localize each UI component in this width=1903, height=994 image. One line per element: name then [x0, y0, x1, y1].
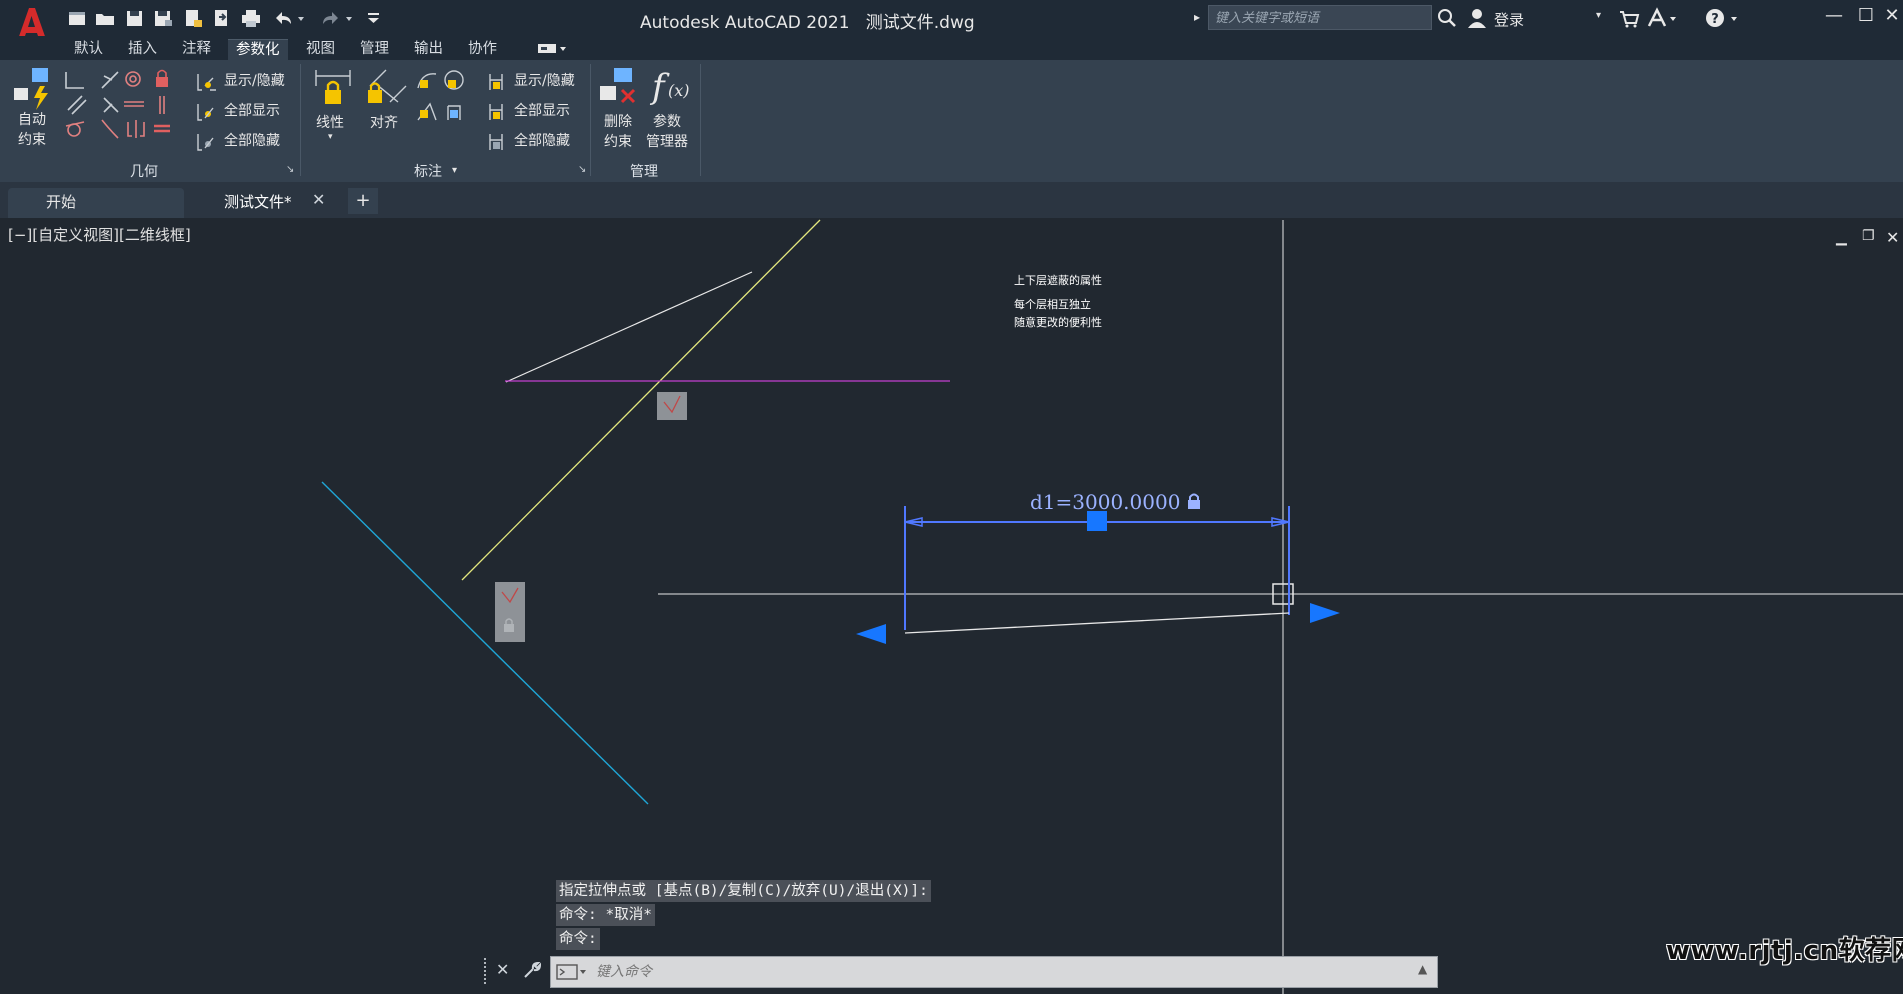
- right-arrow-grip: [1310, 603, 1340, 623]
- command-history-line-1: 指定拉伸点或 [基点(B)/复制(C)/放弃(U)/退出(X)]:: [556, 880, 931, 902]
- constraint-bar-2: [495, 582, 525, 642]
- command-line-bar[interactable]: [550, 956, 1438, 988]
- yellow-line: [461, 219, 821, 581]
- command-close-icon[interactable]: ✕: [496, 960, 509, 979]
- command-input[interactable]: 键入命令: [596, 961, 652, 981]
- watermark: www.rjtj.cn软荐网: [1666, 936, 1903, 966]
- dimension-value: d1=3000.0000: [1030, 490, 1181, 514]
- annotation-line-1: 上下层遮蔽的属性: [1014, 274, 1102, 287]
- left-arrow-grip: [856, 624, 886, 644]
- command-history-toggle-icon[interactable]: ▲: [1418, 962, 1427, 976]
- command-customize-wrench-icon[interactable]: [522, 960, 542, 984]
- dimension-label[interactable]: d1=3000.0000: [1030, 490, 1201, 514]
- command-prompt-icon[interactable]: [556, 963, 590, 985]
- cyan-line: [321, 481, 649, 805]
- annotation-line-2: 每个层相互独立: [1014, 298, 1091, 311]
- constraint-bar-1: [657, 392, 687, 420]
- command-history-line-2: 命令: *取消*: [556, 904, 655, 926]
- drawing-geometry: [321, 219, 1903, 994]
- annotation-line-3: 随意更改的便利性: [1014, 316, 1102, 329]
- command-history-line-3: 命令:: [556, 928, 600, 950]
- command-line-grip[interactable]: [484, 958, 492, 984]
- white-line: [505, 271, 753, 383]
- stretched-line: [904, 612, 1290, 634]
- dimension-text-grip: [1087, 511, 1107, 531]
- dimension-lock-icon: [1187, 493, 1201, 513]
